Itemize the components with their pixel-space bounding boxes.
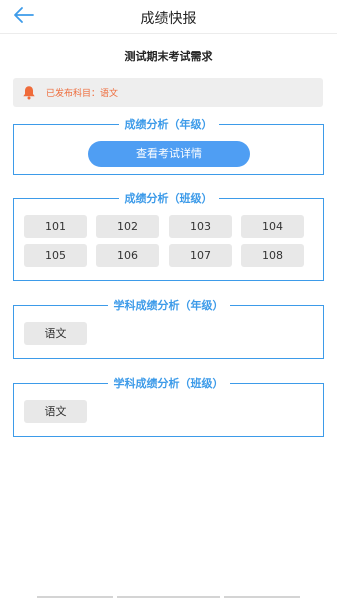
class-button-102[interactable]: 102 (96, 215, 159, 238)
nav-bar-segment-right (224, 596, 300, 598)
class-button-105[interactable]: 105 (24, 244, 87, 267)
published-subjects-notice: 已发布科目：语文 (13, 78, 323, 107)
class-button-101[interactable]: 101 (24, 215, 87, 238)
class-button-108[interactable]: 108 (241, 244, 304, 267)
class-button-107[interactable]: 107 (169, 244, 232, 267)
notice-text: 已发布科目：语文 (46, 89, 119, 99)
subject-class-analysis-title: 学科成绩分析（班级） (107, 377, 230, 390)
class-analysis-panel: 成绩分析（班级） 101 102 103 104 105 106 107 108 (13, 192, 324, 281)
class-button-103[interactable]: 103 (169, 215, 232, 238)
subject-button-chinese-grade[interactable]: 语文 (24, 322, 87, 345)
page-title: 成绩快报 (140, 11, 197, 27)
subject-class-analysis-panel: 学科成绩分析（班级） 语文 (13, 377, 324, 437)
exam-title: 测试期末考试需求 (124, 50, 213, 63)
view-exam-details-button[interactable]: 查看考试详情 (88, 141, 250, 167)
grade-analysis-title: 成绩分析（年级） (118, 118, 219, 131)
top-bar: 成绩快报 (0, 0, 337, 34)
class-button-104[interactable]: 104 (241, 215, 304, 238)
grade-analysis-panel: 成绩分析（年级） 查看考试详情 (13, 118, 324, 175)
subject-grade-analysis-title: 学科成绩分析（年级） (107, 299, 230, 312)
class-button-106[interactable]: 106 (96, 244, 159, 267)
subject-grade-analysis-panel: 学科成绩分析（年级） 语文 (13, 299, 324, 359)
nav-bar-segment-left (37, 596, 113, 598)
class-analysis-title: 成绩分析（班级） (118, 192, 219, 205)
nav-bar-segment-middle (117, 596, 220, 598)
subject-button-chinese-class[interactable]: 语文 (24, 400, 87, 423)
bell-icon (23, 86, 35, 100)
